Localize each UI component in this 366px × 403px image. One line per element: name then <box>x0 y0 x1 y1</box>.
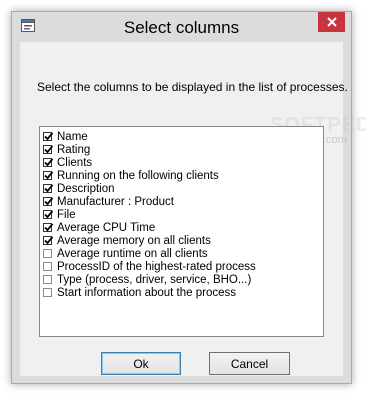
list-item-label: Clients <box>57 156 93 169</box>
checkbox-checked[interactable] <box>43 210 54 219</box>
checkbox-checked[interactable] <box>43 223 54 232</box>
checkmark-icon <box>44 223 54 232</box>
checkbox-checked[interactable] <box>43 145 54 154</box>
list-item-label: ProcessID of the highest-rated process <box>57 260 256 273</box>
list-item[interactable]: Rating <box>43 143 90 156</box>
list-item[interactable]: Name <box>43 130 88 143</box>
list-item-label: Average CPU Time <box>57 221 156 234</box>
list-item-label: Running on the following clients <box>57 169 219 182</box>
list-item-label: Description <box>57 182 115 195</box>
close-button[interactable] <box>318 12 345 32</box>
checkmark-icon <box>44 171 54 180</box>
list-item[interactable]: Clients <box>43 156 92 169</box>
list-item[interactable]: Start information about the process <box>43 286 236 299</box>
list-item[interactable]: Manufacturer : Product <box>43 195 174 208</box>
checkbox-checked[interactable] <box>43 171 54 180</box>
checkbox-unchecked[interactable] <box>43 249 52 258</box>
instruction-text: Select the columns to be displayed in th… <box>37 80 348 94</box>
title-bar[interactable]: Select columns <box>12 12 351 42</box>
checkbox-checked[interactable] <box>43 132 54 141</box>
checkmark-icon <box>44 236 54 245</box>
checkbox-checked[interactable] <box>43 184 54 193</box>
select-columns-dialog: Select columns Select the columns to be … <box>11 11 366 384</box>
list-item-label: File <box>57 208 76 221</box>
list-item-label: Manufacturer : Product <box>57 195 174 208</box>
columns-listbox[interactable]: Name Rating Clients Running on the followin… <box>39 126 324 337</box>
list-item-label: Name <box>57 130 88 143</box>
list-item[interactable]: ProcessID of the highest-rated process <box>43 260 256 273</box>
dialog-title: Select columns <box>123 18 240 37</box>
ok-button[interactable]: Ok <box>101 352 181 375</box>
list-item-label: Average memory on all clients <box>57 234 211 247</box>
checkbox-unchecked[interactable] <box>43 275 52 284</box>
list-item[interactable]: File <box>43 208 76 221</box>
checkbox-checked[interactable] <box>43 197 54 206</box>
list-item-label: Start information about the process <box>57 286 236 299</box>
checkbox-checked[interactable] <box>43 158 54 167</box>
checkmark-icon <box>44 145 54 154</box>
list-item[interactable]: Description <box>43 182 115 195</box>
list-item-label: Type (process, driver, service, BHO...) <box>57 273 252 286</box>
checkbox-checked[interactable] <box>43 236 54 245</box>
dialog-body: Select the columns to be displayed in th… <box>20 42 366 376</box>
list-item[interactable]: Average runtime on all clients <box>43 247 208 260</box>
checkmark-icon <box>44 184 54 193</box>
checkbox-unchecked[interactable] <box>43 288 52 297</box>
list-item[interactable]: Type (process, driver, service, BHO...) <box>43 273 251 286</box>
list-item[interactable]: Average CPU Time <box>43 221 155 234</box>
close-icon <box>326 17 337 27</box>
checkmark-icon <box>44 158 54 167</box>
checkmark-icon <box>44 197 54 206</box>
list-item-label: Rating <box>57 143 91 156</box>
list-item[interactable]: Running on the following clients <box>43 169 219 182</box>
checkmark-icon <box>44 210 54 219</box>
checkbox-unchecked[interactable] <box>43 262 52 271</box>
checkmark-icon <box>44 132 54 141</box>
list-item[interactable]: Average memory on all clients <box>43 234 211 247</box>
list-item-label: Average runtime on all clients <box>57 247 208 260</box>
cancel-button[interactable]: Cancel <box>209 352 290 375</box>
